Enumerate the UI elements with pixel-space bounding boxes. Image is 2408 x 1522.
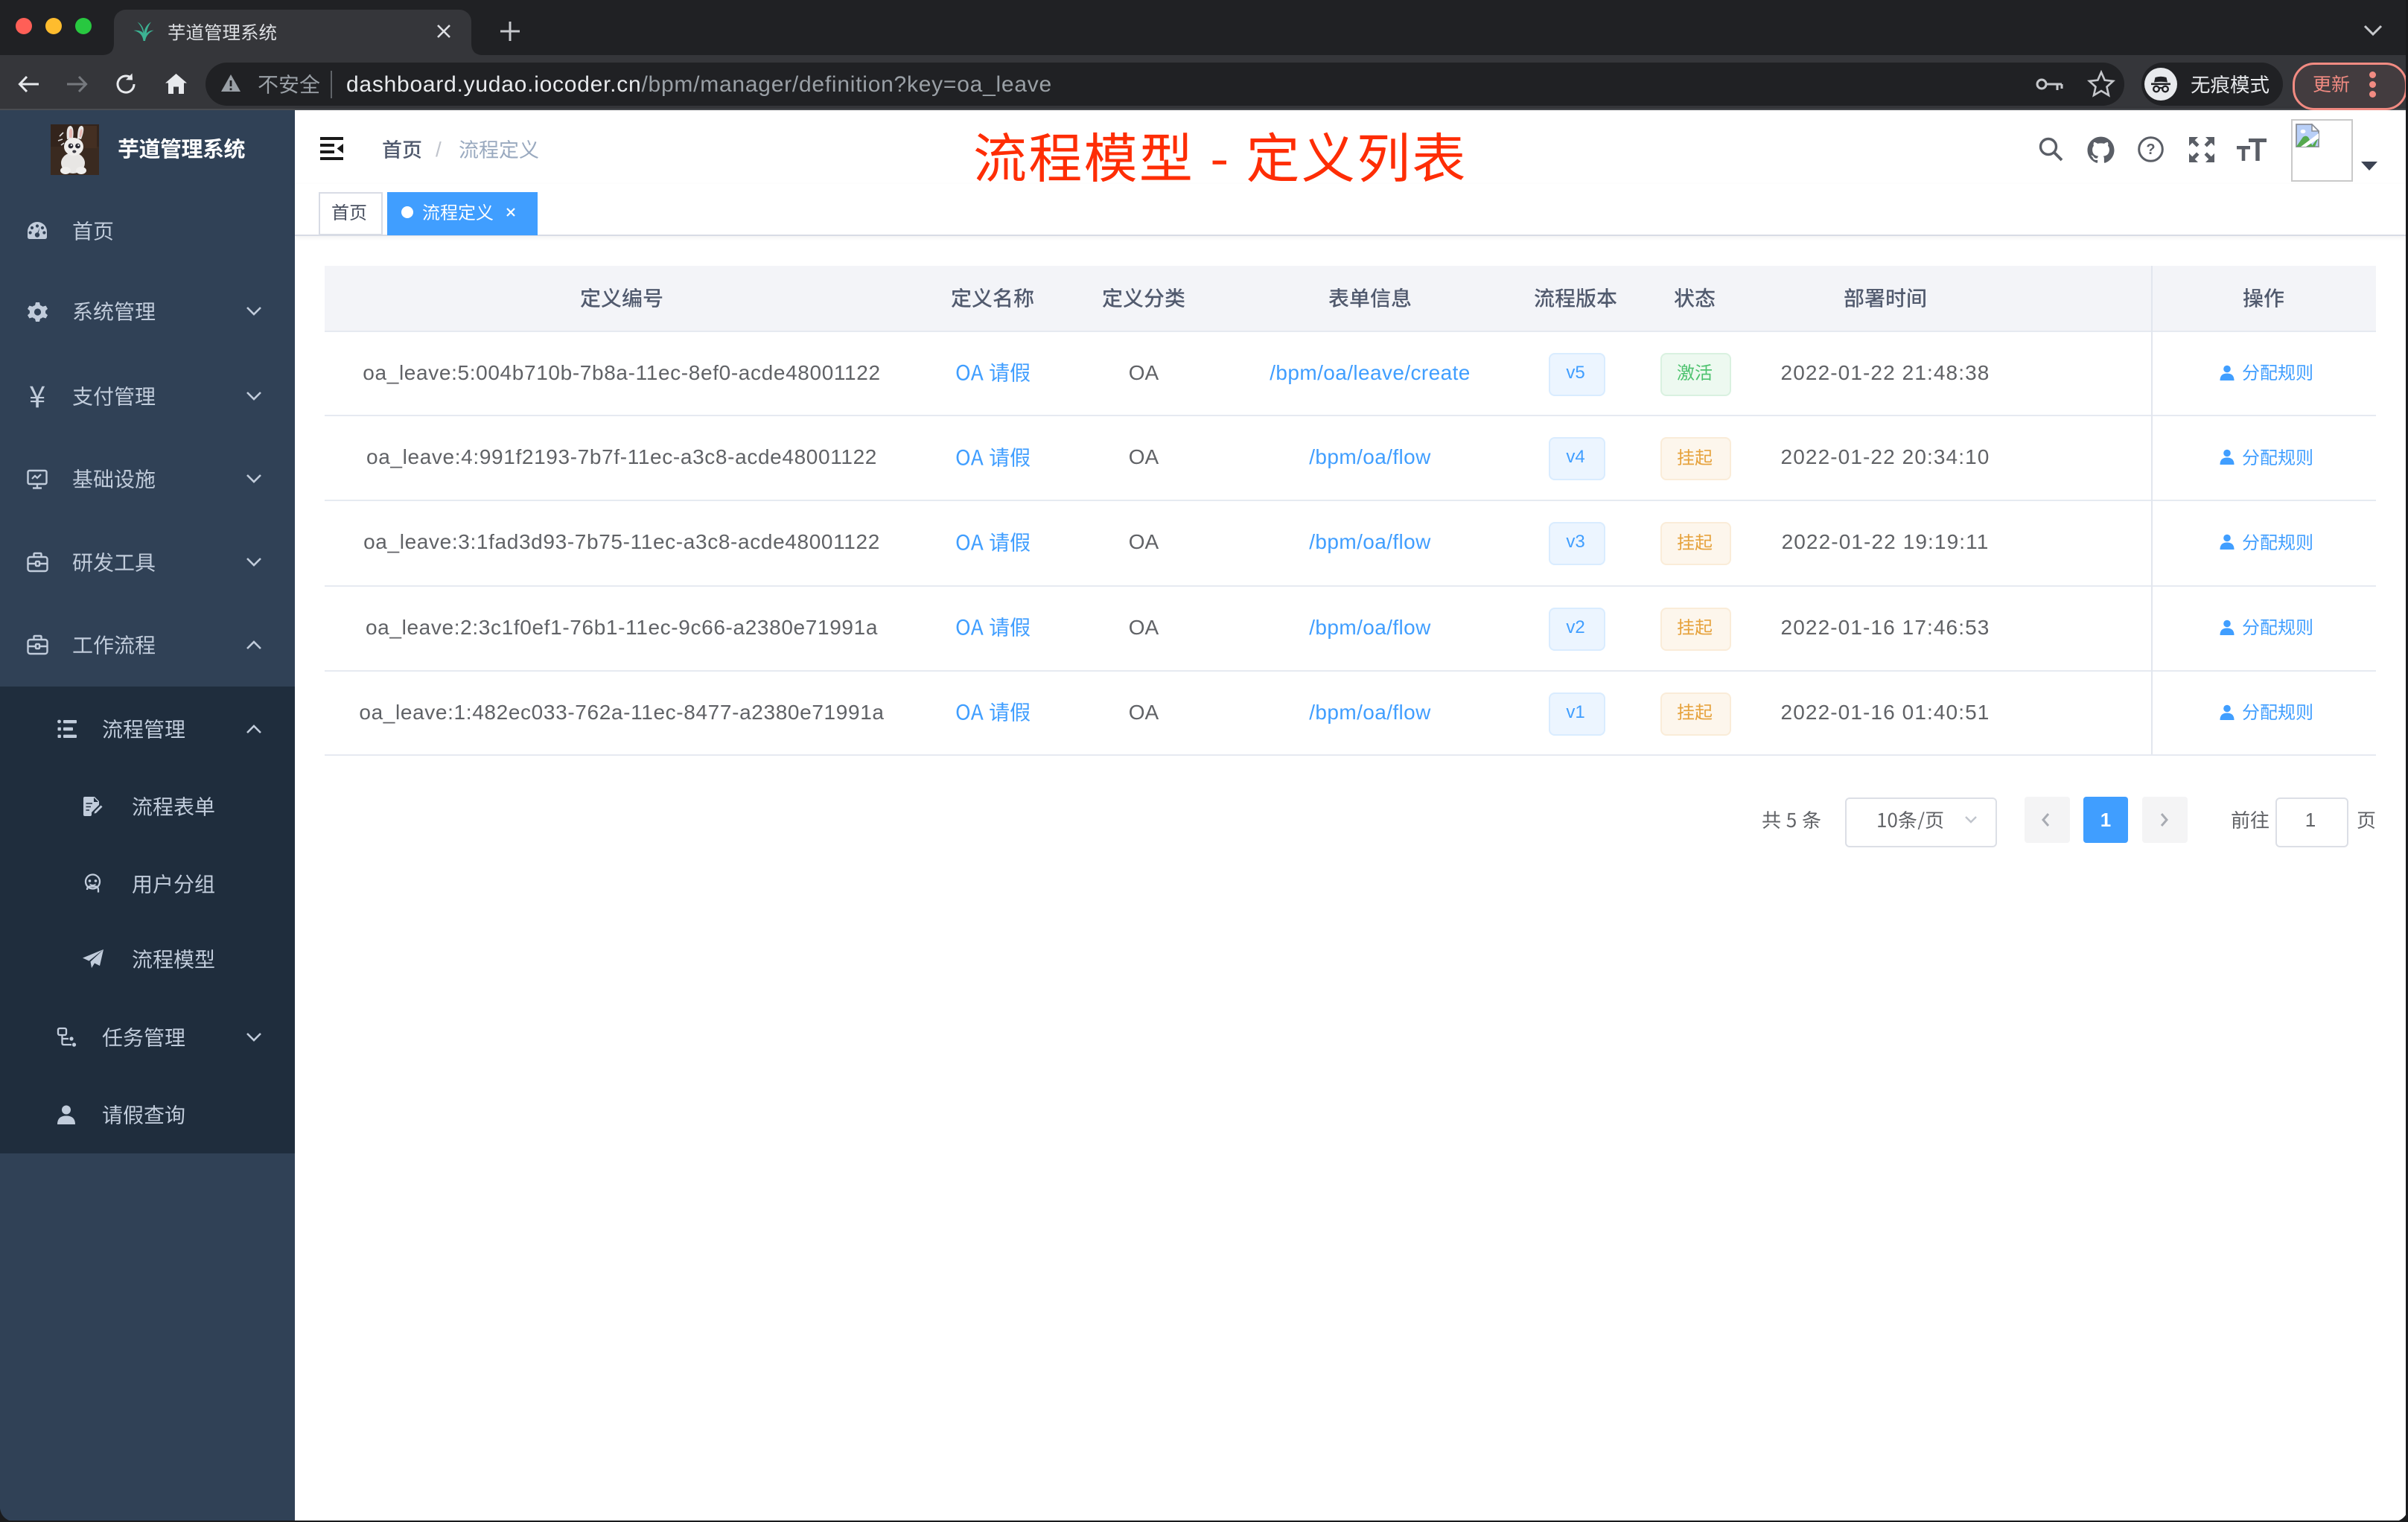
svg-text:?: ? [2146,141,2155,158]
